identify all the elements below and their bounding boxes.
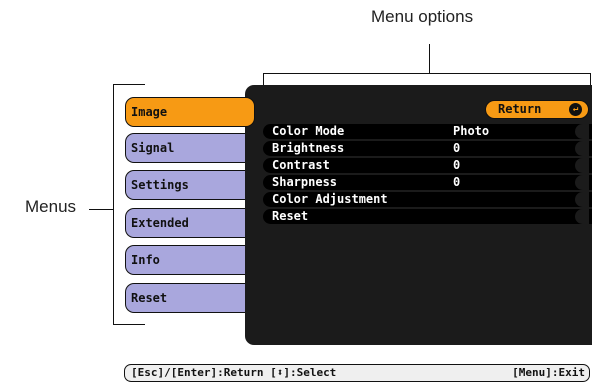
help-bar: [Esc]/[Enter]:Return [⬍]:Select [Menu]:E…	[124, 364, 590, 382]
menu-options-callout-bracket-top	[263, 73, 591, 74]
option-value: 0	[453, 175, 461, 189]
help-menu-exit: [Menu]:Exit	[512, 366, 585, 379]
menus-callout-label: Menus	[25, 197, 77, 216]
help-select: ]:Select	[283, 366, 337, 379]
menu-options-callout-label: Menu options	[371, 7, 474, 26]
return-button[interactable]: Return ↵	[485, 100, 589, 119]
menu-tab-reset[interactable]: Reset	[125, 283, 245, 313]
option-row-sharpness[interactable]: Sharpness 0	[263, 175, 592, 190]
option-value: 0	[453, 141, 461, 155]
menus-callout-stem	[89, 209, 113, 210]
option-label: Sharpness	[272, 175, 338, 189]
menu-tab-extended[interactable]: Extended	[125, 208, 245, 238]
help-esc-enter: [Esc]/[Enter]:Return	[131, 366, 264, 379]
option-row-contrast[interactable]: Contrast 0	[263, 158, 592, 173]
menu-tab-info[interactable]: Info	[125, 245, 245, 275]
menus-callout-bracket-top	[113, 84, 145, 85]
menus-callout-bracket-bottom	[113, 324, 145, 325]
menu-tab-image[interactable]: Image	[125, 97, 255, 127]
option-label: Color Adjustment	[272, 192, 388, 206]
option-label: Brightness	[272, 141, 345, 155]
menu-tab-signal[interactable]: Signal	[125, 133, 245, 163]
option-value: 0	[453, 158, 461, 172]
help-bar-left: [Esc]/[Enter]:Return [⬍]:Select	[131, 366, 337, 379]
option-row-brightness[interactable]: Brightness 0	[263, 141, 592, 156]
option-label: Color Mode	[272, 124, 345, 138]
menu-tab-settings[interactable]: Settings	[125, 170, 245, 200]
option-row-color-adjustment[interactable]: Color Adjustment	[263, 192, 592, 207]
return-button-label: Return	[498, 102, 542, 116]
option-row-color-mode[interactable]: Color Mode Photo	[263, 124, 592, 139]
option-label: Contrast	[272, 158, 330, 172]
menus-callout-bracket-side	[113, 84, 114, 325]
menu-options-callout-stem	[429, 44, 430, 74]
option-value: Photo	[453, 124, 490, 138]
option-row-reset[interactable]: Reset	[263, 209, 592, 224]
enter-icon: ↵	[569, 103, 582, 116]
option-label: Reset	[272, 209, 309, 223]
